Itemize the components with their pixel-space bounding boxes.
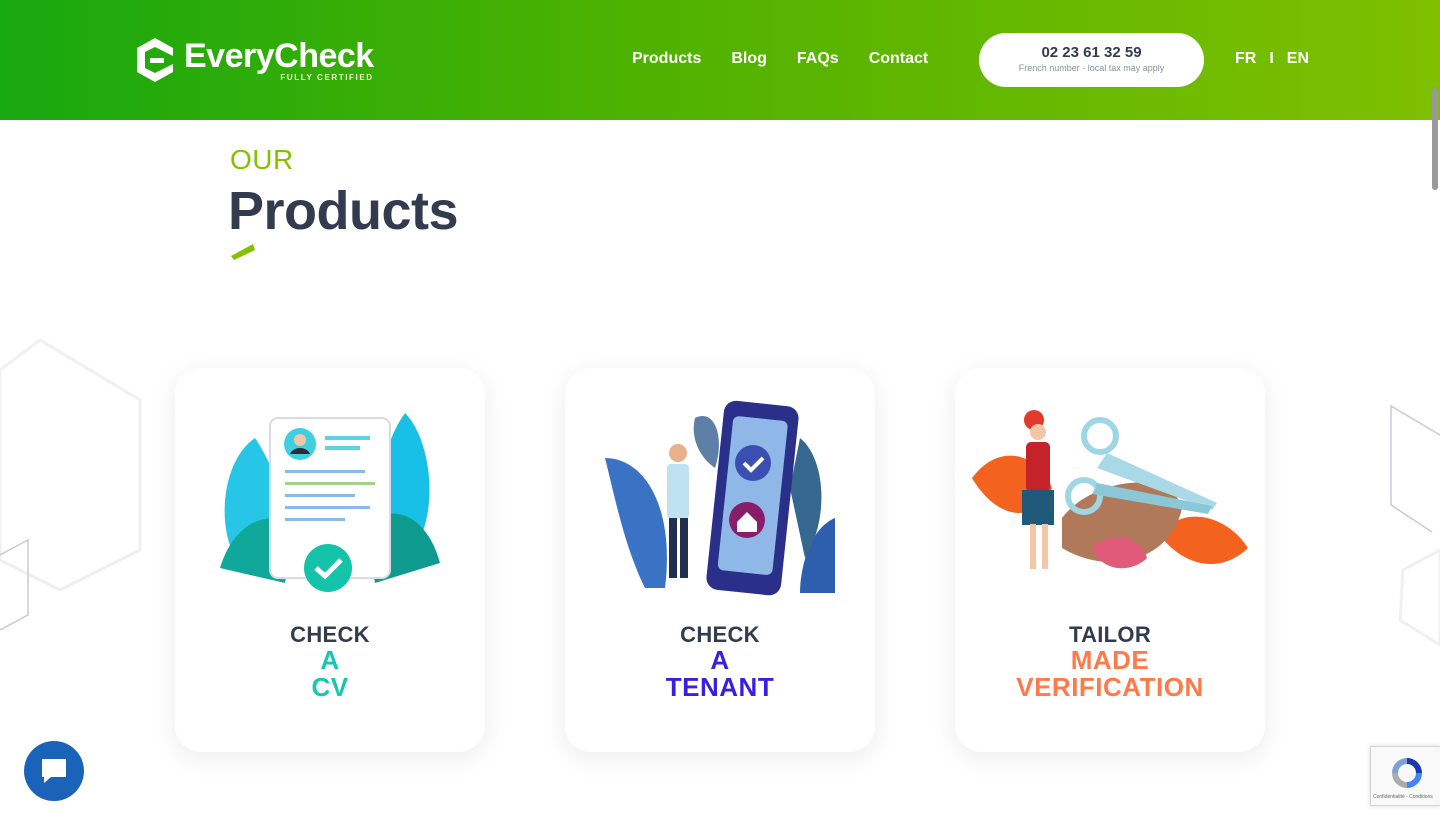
card-line-2: A bbox=[710, 645, 730, 675]
tenant-phone-illustration bbox=[605, 400, 835, 596]
chat-widget-button[interactable] bbox=[24, 741, 84, 801]
card-label: CHECK A TENANT bbox=[565, 622, 875, 702]
nav-blog[interactable]: Blog bbox=[731, 50, 767, 68]
card-line-2: A bbox=[320, 645, 340, 675]
main-nav: Products Blog FAQs Contact bbox=[632, 50, 928, 68]
cv-document-illustration bbox=[220, 413, 440, 592]
logo[interactable]: EveryCheck FULLY CERTIFIED bbox=[134, 36, 374, 84]
section-eyebrow: OUR bbox=[230, 144, 294, 175]
recaptcha-icon bbox=[1392, 758, 1422, 788]
left-hexagon-decoration bbox=[0, 338, 142, 631]
phone-number: 02 23 61 32 59 bbox=[1041, 44, 1142, 61]
chat-bubble-icon bbox=[42, 759, 66, 783]
nav-contact[interactable]: Contact bbox=[869, 50, 929, 68]
card-line-2: MADE bbox=[1070, 645, 1150, 675]
phone-note: French number - local tax may apply bbox=[1018, 63, 1165, 73]
page-scrollbar[interactable] bbox=[1432, 88, 1438, 190]
nav-faqs[interactable]: FAQs bbox=[797, 50, 839, 68]
product-card-tenant[interactable]: CHECK A TENANT bbox=[565, 368, 875, 752]
nav-products[interactable]: Products bbox=[632, 50, 701, 68]
recaptcha-footer[interactable]: Confidentialité - Conditions bbox=[1373, 794, 1433, 800]
phone-button[interactable]: 02 23 61 32 59 French number - local tax… bbox=[979, 33, 1204, 87]
card-label: CHECK A CV bbox=[175, 622, 485, 702]
logo-name: EveryCheck bbox=[184, 36, 374, 75]
product-card-tailor[interactable]: TAILOR MADE VERIFICATION bbox=[955, 368, 1265, 752]
card-line-1: CHECK bbox=[680, 622, 760, 647]
right-hexagon-decoration bbox=[1390, 404, 1440, 647]
language-switcher: FR I EN bbox=[1235, 50, 1309, 68]
logo-tagline: FULLY CERTIFIED bbox=[280, 72, 374, 82]
lang-en[interactable]: EN bbox=[1287, 50, 1309, 68]
card-line-3: VERIFICATION bbox=[1016, 672, 1204, 702]
card-line-1: TAILOR bbox=[1068, 622, 1152, 647]
recaptcha-badge[interactable]: Confidentialité - Conditions bbox=[1370, 746, 1440, 806]
site-header: EveryCheck FULLY CERTIFIED Products Blog… bbox=[0, 0, 1440, 120]
lang-fr[interactable]: FR bbox=[1235, 50, 1256, 68]
title-accent-icon bbox=[231, 244, 255, 260]
card-line-1: CHECK bbox=[290, 622, 370, 647]
card-line-3: CV bbox=[311, 672, 349, 702]
page-title: Products bbox=[228, 181, 459, 241]
lang-separator: I bbox=[1269, 50, 1274, 67]
tailor-scissors-illustration bbox=[972, 410, 1248, 569]
everycheck-logo-icon bbox=[137, 38, 173, 82]
card-line-3: TENANT bbox=[665, 672, 775, 702]
card-label: TAILOR MADE VERIFICATION bbox=[955, 622, 1265, 702]
product-card-cv[interactable]: CHECK A CV bbox=[175, 368, 485, 752]
